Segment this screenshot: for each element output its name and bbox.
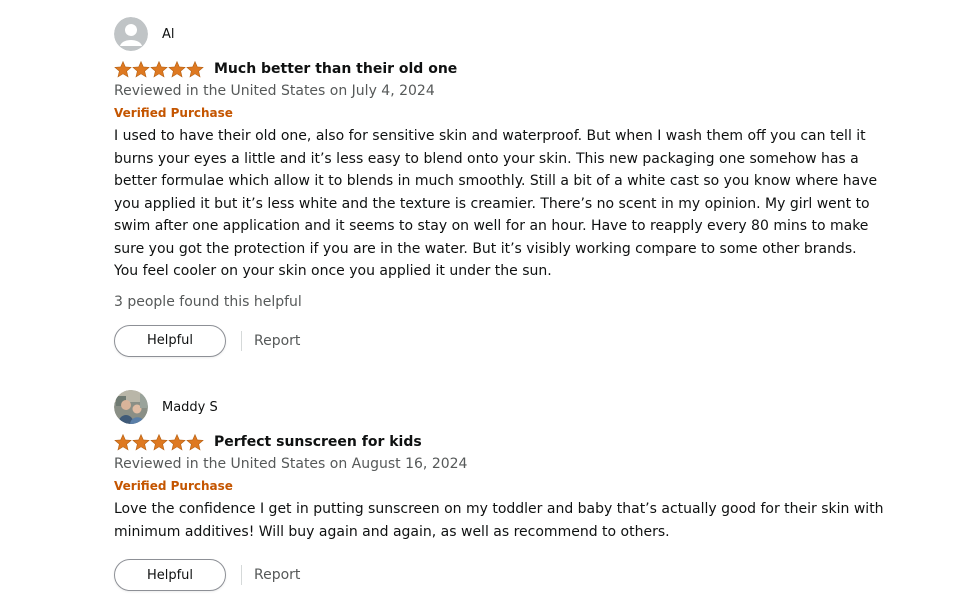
star-icon <box>186 60 204 78</box>
verified-purchase-badge: Verified Purchase <box>114 479 233 493</box>
review-card: Maddy S Perfect sunscreen for kids Revie… <box>114 389 884 591</box>
star-icon <box>150 60 168 78</box>
review-body: I used to have their old one, also for s… <box>114 128 878 279</box>
review-actions: Helpful Report <box>114 324 884 357</box>
review-title[interactable]: Much better than their old one <box>214 61 457 77</box>
review-date: Reviewed in the United States on August … <box>114 456 468 472</box>
review-body: Love the confidence I get in putting sun… <box>114 501 884 540</box>
reviewer-profile[interactable]: Maddy S <box>114 389 884 425</box>
star-icon <box>150 433 168 451</box>
action-divider <box>241 330 242 351</box>
reviewer-profile[interactable]: Al <box>114 16 884 52</box>
report-link[interactable]: Report <box>254 567 300 583</box>
star-icon <box>132 433 150 451</box>
helpful-count: 3 people found this helpful <box>114 293 302 310</box>
star-icon <box>132 60 150 78</box>
star-rating[interactable] <box>114 433 206 451</box>
review-card: Al Much better than their old one Review… <box>114 16 884 357</box>
star-icon <box>186 433 204 451</box>
star-icon <box>114 60 132 78</box>
star-rating[interactable] <box>114 60 206 78</box>
default-person-avatar-icon <box>114 17 148 51</box>
reviewer-name[interactable]: Al <box>162 27 175 42</box>
review-date: Reviewed in the United States on July 4,… <box>114 83 435 99</box>
action-divider <box>241 565 242 585</box>
verified-purchase-badge: Verified Purchase <box>114 106 233 120</box>
report-link[interactable]: Report <box>254 333 300 349</box>
helpful-button[interactable]: Helpful <box>114 324 226 357</box>
star-icon <box>114 433 132 451</box>
review-title[interactable]: Perfect sunscreen for kids <box>214 434 422 450</box>
reviewer-name[interactable]: Maddy S <box>162 400 218 415</box>
star-icon <box>168 60 186 78</box>
helpful-button[interactable]: Helpful <box>114 559 226 591</box>
user-photo-avatar <box>114 390 148 424</box>
star-icon <box>168 433 186 451</box>
review-actions: Helpful Report <box>114 559 884 591</box>
